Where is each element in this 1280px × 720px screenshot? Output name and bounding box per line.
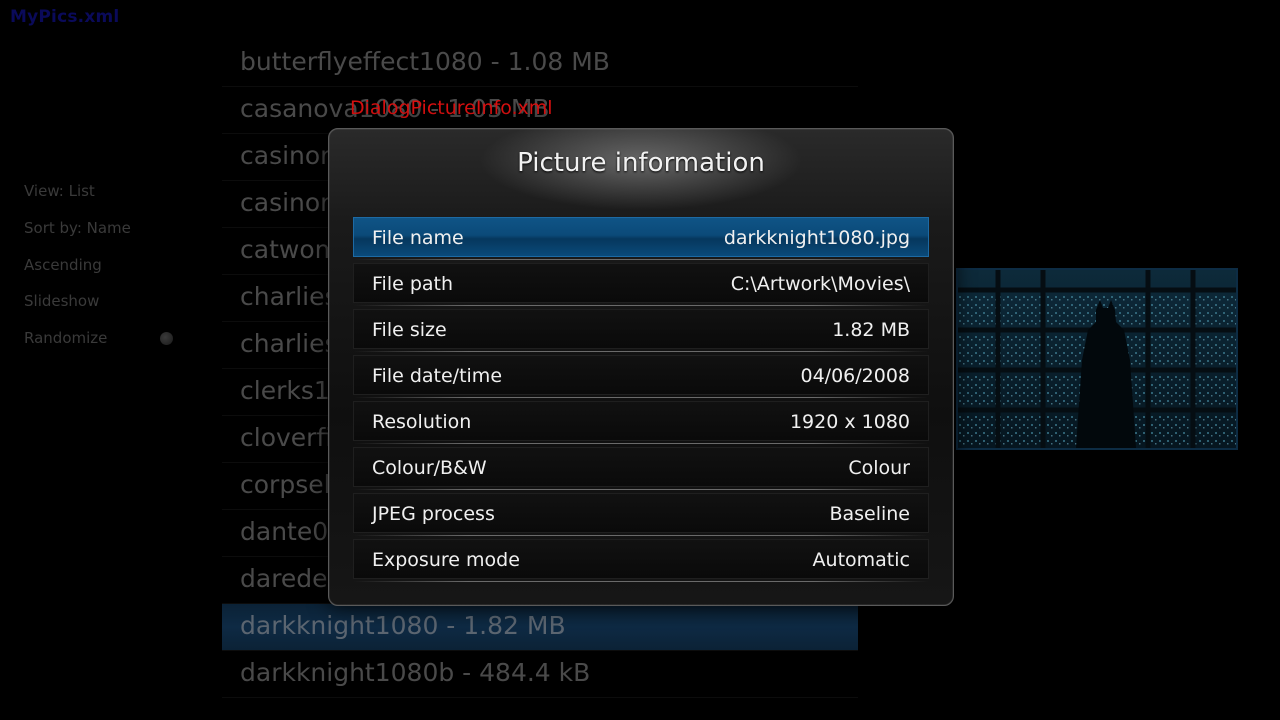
info-row-resolution[interactable]: Resolution 1920 x 1080 [353, 401, 929, 444]
info-row-jpeg-process[interactable]: JPEG process Baseline [353, 493, 929, 536]
randomize-label: Randomize [24, 329, 108, 348]
info-label: Colour/B&W [372, 457, 487, 479]
info-label: JPEG process [372, 503, 495, 525]
view-mode-label: View: List [24, 182, 95, 200]
info-value: Colour [848, 457, 910, 479]
info-row-exposure-mode[interactable]: Exposure mode Automatic [353, 539, 929, 582]
info-label: Resolution [372, 411, 472, 433]
screen: MyPics.xml View: List Sort by: Name Asce… [0, 0, 1280, 720]
info-value: 04/06/2008 [800, 365, 910, 387]
info-value: Automatic [812, 549, 910, 571]
slideshow-label: Slideshow [24, 292, 100, 311]
dialog-debug-label: DialogPictureInfo.xml [350, 97, 553, 119]
picture-info-dialog: Picture information File name darkknight… [328, 128, 954, 606]
info-list: File name darkknight1080.jpg File path C… [353, 217, 929, 585]
dialog-title: Picture information [517, 148, 765, 178]
radio-button-icon[interactable] [160, 332, 173, 346]
list-item[interactable]: darkknight1080b - 484.4 kB [222, 651, 858, 698]
info-label: File date/time [372, 365, 503, 387]
view-mode-button[interactable]: View: List [24, 176, 194, 213]
list-item[interactable]: butterflyeffect1080 - 1.08 MB [222, 40, 858, 87]
info-value: 1920 x 1080 [789, 411, 910, 433]
slideshow-button[interactable]: Slideshow [24, 286, 194, 323]
randomize-toggle[interactable]: Randomize [24, 323, 194, 360]
info-label: File size [372, 319, 447, 341]
info-value: darkknight1080.jpg [723, 227, 910, 249]
info-value: Baseline [829, 503, 910, 525]
sort-by-button[interactable]: Sort by: Name [24, 213, 194, 250]
side-menu: View: List Sort by: Name Ascending Slide… [24, 176, 194, 360]
sort-order-label: Ascending [24, 255, 102, 274]
info-row-file-name[interactable]: File name darkknight1080.jpg [353, 217, 929, 260]
sort-by-label: Sort by: Name [24, 218, 131, 237]
sort-order-button[interactable]: Ascending [24, 250, 194, 287]
info-label: Exposure mode [372, 549, 520, 571]
window-label: MyPics.xml [10, 7, 120, 27]
list-item-selected[interactable]: darkknight1080 - 1.82 MB [222, 604, 858, 651]
info-row-file-size[interactable]: File size 1.82 MB [353, 309, 929, 352]
info-value: C:\Artwork\Movies\ [730, 273, 910, 295]
info-row-colour[interactable]: Colour/B&W Colour [353, 447, 929, 490]
thumbnail-art [958, 270, 1236, 448]
info-label: File path [372, 273, 454, 295]
info-row-file-path[interactable]: File path C:\Artwork\Movies\ [353, 263, 929, 306]
info-value: 1.82 MB [832, 319, 910, 341]
movie-thumbnail-image [956, 268, 1238, 450]
info-label: File name [372, 227, 464, 249]
info-row-file-date[interactable]: File date/time 04/06/2008 [353, 355, 929, 398]
